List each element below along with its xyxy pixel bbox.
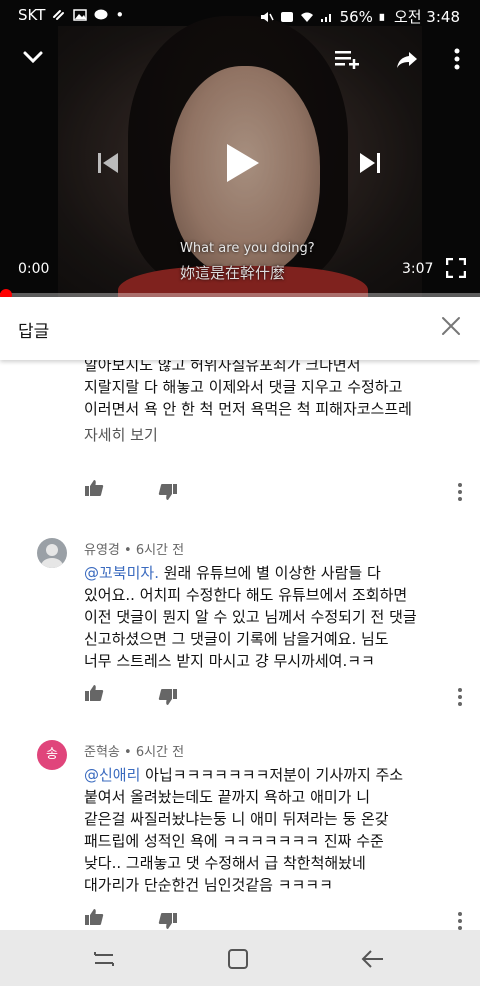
replies-title: 답글: [18, 322, 50, 342]
gallery-icon: [73, 9, 88, 21]
dot-icon: •: [115, 6, 125, 24]
fullscreen-icon[interactable]: [446, 258, 466, 278]
comment-text: @신애리 아닙ㅋㅋㅋㅋㅋㅋㅋ저분이 기사까지 주소 붙여서 올려놨는데도 끝까지…: [84, 764, 464, 896]
elapsed-time: 0:00: [18, 261, 50, 277]
comment-meta: 유영경 • 6시간 전: [84, 543, 185, 558]
system-nav-bar: [0, 930, 480, 986]
home-icon[interactable]: [227, 948, 249, 970]
video-player[interactable]: SKT • 56% 오전 3:48 What are you doing? 妳這…: [0, 0, 480, 297]
subtitle-english: What are you doing?: [180, 241, 315, 256]
add-to-queue-icon[interactable]: [334, 48, 360, 70]
thumbs-up-icon[interactable]: [84, 479, 104, 497]
collapse-chevron-icon[interactable]: [22, 48, 44, 66]
thumbs-down-icon[interactable]: [158, 483, 178, 501]
clock: 오전 3:48: [393, 8, 460, 26]
comment-author[interactable]: 준혁송: [84, 745, 120, 760]
battery-percent: 56%: [339, 7, 373, 26]
avatar[interactable]: [37, 538, 67, 568]
more-options-icon[interactable]: [454, 48, 460, 70]
thumbs-down-icon[interactable]: [158, 688, 178, 706]
duration: 3:07: [402, 261, 434, 277]
progress-scrubber[interactable]: [0, 289, 12, 297]
play-icon[interactable]: [225, 142, 261, 184]
comment-text: 알아보지도 않고 허위사실유포죄가 크다면서 지랄지랄 다 해놓고 이제와서 댓…: [84, 356, 412, 418]
mute-icon: [260, 11, 274, 22]
comment-menu-icon[interactable]: [458, 688, 462, 709]
comment-time: 6시간 전: [135, 543, 185, 558]
hd-voice-icon: [280, 11, 293, 22]
thumbs-up-icon[interactable]: [84, 908, 104, 926]
comment-time: 6시간 전: [135, 745, 185, 760]
comments-list[interactable]: 알아보지도 않고 허위사실유포죄가 크다면서 지랄지랄 다 해놓고 이제와서 댓…: [0, 348, 480, 930]
signal-icon: [320, 13, 331, 22]
comment-menu-icon[interactable]: [458, 483, 462, 504]
person-icon: [41, 544, 63, 568]
avatar-letter: 송: [46, 747, 58, 762]
next-icon[interactable]: [358, 152, 382, 174]
comment-body: 아닙ㅋㅋㅋㅋㅋㅋㅋ저분이 기사까지 주소 붙여서 올려놨는데도 끝까지 욕하고 …: [84, 766, 404, 894]
battery-icon: [379, 13, 385, 21]
thumbs-up-icon[interactable]: [84, 684, 104, 702]
comment-menu-icon[interactable]: [458, 912, 462, 930]
mention-link[interactable]: @꼬북미자.: [84, 564, 159, 582]
mention-link[interactable]: @신애리: [84, 766, 140, 784]
comment-author[interactable]: 유영경: [84, 543, 120, 558]
recent-apps-icon[interactable]: [92, 948, 116, 970]
thumbs-down-icon[interactable]: [158, 912, 178, 930]
back-icon[interactable]: [361, 948, 385, 970]
share-icon[interactable]: [396, 50, 418, 70]
comment-text: @꼬북미자. 원래 유튜브에 별 이상한 사람들 다 있어요.. 어치피 수정한…: [84, 562, 464, 672]
carrier-label: SKT: [18, 6, 46, 24]
talk-icon: [94, 9, 108, 20]
status-bar: SKT • 56% 오전 3:48: [0, 0, 480, 30]
link-icon: [53, 10, 65, 20]
close-icon[interactable]: [440, 315, 462, 337]
read-more-link[interactable]: 자세히 보기: [84, 424, 158, 445]
subtitle-chinese: 妳這是在幹什麼: [180, 264, 286, 282]
replies-header: 답글: [0, 297, 480, 360]
comment-meta: 준혁송 • 6시간 전: [84, 745, 185, 760]
previous-icon[interactable]: [96, 152, 120, 174]
wifi-icon: [300, 12, 313, 22]
avatar[interactable]: 송: [37, 740, 67, 770]
